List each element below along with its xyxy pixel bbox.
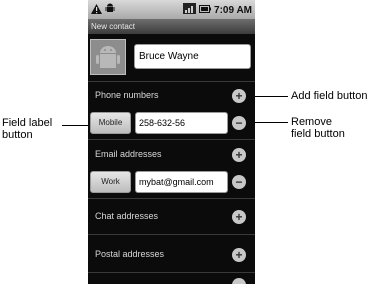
divider — [88, 272, 255, 273]
android-avatar-icon — [96, 46, 120, 68]
add-more-button[interactable] — [232, 278, 246, 284]
screen-title: New contact — [88, 19, 255, 34]
add-phone-button[interactable]: + — [232, 89, 246, 103]
add-postal-button[interactable]: + — [232, 248, 246, 262]
warning-icon — [91, 3, 102, 17]
add-field-callout: Add field button — [291, 90, 368, 102]
remove-email-button[interactable]: − — [232, 175, 246, 189]
postal-addresses-header: Postal addresses — [95, 249, 165, 259]
email-addresses-header: Email addresses — [95, 149, 162, 159]
battery-icon — [199, 4, 212, 16]
field-label-callout-line1: Field label — [2, 117, 53, 129]
phone-screen: 7:09 AM New contact Bruce Wayne Phone nu… — [88, 0, 255, 284]
phone-numbers-header: Phone numbers — [95, 90, 159, 100]
remove-field-callout-line1: Remove — [291, 116, 332, 128]
status-time: 7:09 AM — [214, 4, 252, 16]
email-input[interactable]: mybat@gmail.com — [135, 171, 228, 193]
status-bar: 7:09 AM — [88, 0, 255, 19]
divider — [88, 139, 255, 140]
phone-number-input[interactable]: 258-632-56 — [135, 112, 228, 134]
chat-addresses-header: Chat addresses — [95, 211, 159, 221]
field-label-pointer — [62, 125, 90, 126]
add-chat-button[interactable]: + — [232, 210, 246, 224]
contact-photo-button[interactable] — [90, 39, 126, 75]
signal-icon — [183, 3, 197, 17]
divider — [88, 234, 255, 235]
remove-field-callout-line2: field button — [291, 128, 345, 140]
android-icon — [105, 3, 115, 17]
contact-name-input[interactable]: Bruce Wayne — [134, 44, 251, 69]
field-label-callout-line2: button — [2, 129, 33, 141]
remove-phone-button[interactable]: − — [232, 116, 246, 130]
remove-field-callout: Remove field button — [291, 116, 345, 140]
divider — [88, 198, 255, 199]
phone-label-button[interactable]: Mobile — [90, 112, 131, 134]
field-label-callout: Field label button — [2, 117, 52, 141]
email-label-button[interactable]: Work — [90, 171, 131, 193]
add-email-button[interactable]: + — [232, 148, 246, 162]
